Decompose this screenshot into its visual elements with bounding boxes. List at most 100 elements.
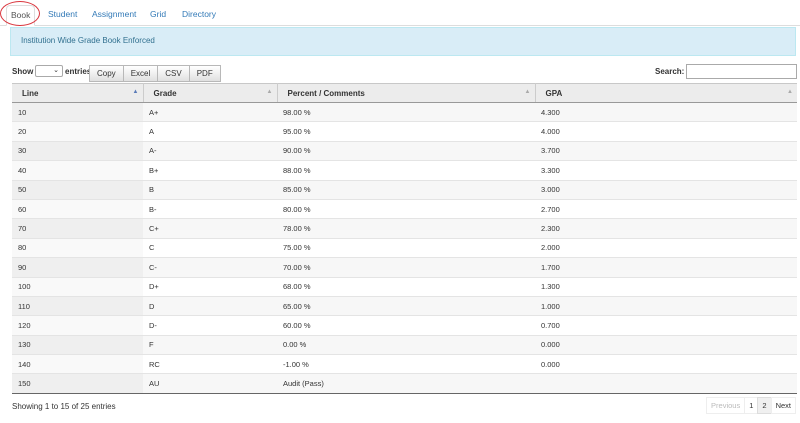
cell-gpa: 0.700 — [535, 315, 797, 336]
tab-directory[interactable]: Directory — [178, 5, 220, 25]
cell-gpa: 0.000 — [535, 354, 797, 374]
copy-button[interactable]: Copy — [89, 65, 124, 82]
table-row: 80 C 75.00 % 2.000 — [12, 237, 797, 258]
cell-line: 150 — [12, 373, 143, 394]
cell-grade: C+ — [143, 218, 277, 239]
cell-percent: 95.00 % — [277, 121, 535, 142]
cell-line: 20 — [12, 121, 143, 142]
tab-book[interactable]: Book — [6, 5, 36, 26]
cell-percent: 75.00 % — [277, 237, 535, 258]
cell-grade: B — [143, 179, 277, 200]
cell-percent: 88.00 % — [277, 160, 535, 181]
cell-grade: D- — [143, 315, 277, 336]
column-header-gpa[interactable]: GPA ▲ — [535, 83, 797, 103]
cell-line: 140 — [12, 354, 143, 374]
cell-gpa: 3.000 — [535, 179, 797, 200]
search-input[interactable] — [686, 64, 797, 79]
cell-gpa: 2.700 — [535, 198, 797, 219]
table-row: 40 B+ 88.00 % 3.300 — [12, 160, 797, 181]
cell-percent: 68.00 % — [277, 276, 535, 297]
cell-gpa: 1.700 — [535, 257, 797, 278]
cell-line: 90 — [12, 257, 143, 278]
cell-line: 60 — [12, 198, 143, 219]
cell-grade: RC — [143, 354, 277, 374]
sort-icon: ▲ — [524, 89, 531, 95]
table-info: Showing 1 to 15 of 25 entries — [12, 402, 116, 411]
cell-grade: AU — [143, 373, 277, 394]
cell-percent: 90.00 % — [277, 140, 535, 161]
pagination: Previous 1 2 Next — [706, 397, 796, 414]
cell-gpa: 2.300 — [535, 218, 797, 239]
cell-line: 50 — [12, 179, 143, 200]
cell-line: 70 — [12, 218, 143, 239]
cell-grade: D — [143, 295, 277, 316]
sort-icon: ▲ — [266, 89, 273, 95]
cell-grade: A- — [143, 140, 277, 161]
cell-line: 100 — [12, 276, 143, 297]
show-label: Show — [12, 67, 34, 76]
cell-line: 80 — [12, 237, 143, 258]
table-row: 50 B 85.00 % 3.000 — [12, 179, 797, 200]
previous-button[interactable]: Previous — [706, 397, 746, 414]
page-2-button[interactable]: 2 — [757, 397, 772, 414]
cell-line: 10 — [12, 101, 143, 122]
grade-table: Line ▲ Grade ▲ Percent / Comments ▲ GPA ▲ 10… — [12, 83, 797, 394]
cell-line: 40 — [12, 160, 143, 181]
cell-gpa: 3.700 — [535, 140, 797, 161]
cell-gpa: 4.000 — [535, 121, 797, 142]
table-row: 150 AU Audit (Pass) — [12, 373, 797, 394]
cell-percent: 98.00 % — [277, 101, 535, 122]
cell-line: 30 — [12, 140, 143, 161]
column-header-percent[interactable]: Percent / Comments ▲ — [277, 83, 536, 103]
pdf-button[interactable]: PDF — [188, 65, 221, 82]
table-row: 70 C+ 78.00 % 2.300 — [12, 218, 797, 239]
cell-grade: F — [143, 334, 277, 355]
cell-gpa: 2.000 — [535, 237, 797, 258]
next-button[interactable]: Next — [770, 397, 796, 414]
cell-percent: 60.00 % — [277, 315, 535, 336]
cell-percent: -1.00 % — [277, 354, 535, 374]
entries-label: entries — [65, 67, 92, 76]
table-row: 140 RC -1.00 % 0.000 — [12, 354, 797, 374]
tab-student[interactable]: Student — [44, 5, 81, 25]
cell-percent: Audit (Pass) — [277, 373, 535, 394]
sort-icon: ▲ — [787, 89, 793, 95]
column-header-grade[interactable]: Grade ▲ — [143, 83, 278, 103]
cell-gpa: 1.000 — [535, 295, 797, 316]
cell-line: 130 — [12, 334, 143, 355]
cell-grade: B- — [143, 198, 277, 219]
cell-gpa: 4.300 — [535, 101, 797, 122]
tab-assignment[interactable]: Assignment — [88, 5, 140, 25]
column-header-line[interactable]: Line ▲ — [12, 83, 144, 103]
table-row: 120 D- 60.00 % 0.700 — [12, 315, 797, 336]
cell-percent: 80.00 % — [277, 198, 535, 219]
cell-line: 120 — [12, 315, 143, 336]
cell-grade: C- — [143, 257, 277, 278]
cell-gpa: 3.300 — [535, 160, 797, 181]
table-row: 100 D+ 68.00 % 1.300 — [12, 276, 797, 297]
cell-line: 110 — [12, 295, 143, 316]
cell-gpa: 0.000 — [535, 334, 797, 355]
page-1-button[interactable]: 1 — [744, 397, 759, 414]
page-length-select[interactable]: ⌄ — [35, 65, 63, 77]
cell-percent: 70.00 % — [277, 257, 535, 278]
cell-percent: 85.00 % — [277, 179, 535, 200]
cell-percent: 65.00 % — [277, 295, 535, 316]
cell-percent: 0.00 % — [277, 334, 535, 355]
tab-grid[interactable]: Grid — [146, 5, 170, 25]
excel-button[interactable]: Excel — [122, 65, 159, 82]
info-alert: Institution Wide Grade Book Enforced — [10, 27, 796, 56]
csv-button[interactable]: CSV — [157, 65, 190, 82]
table-row: 110 D 65.00 % 1.000 — [12, 295, 797, 316]
table-row: 90 C- 70.00 % 1.700 — [12, 257, 797, 278]
cell-percent: 78.00 % — [277, 218, 535, 239]
cell-grade: D+ — [143, 276, 277, 297]
table-row: 20 A 95.00 % 4.000 — [12, 121, 797, 142]
cell-gpa — [535, 373, 797, 394]
table-row: 60 B- 80.00 % 2.700 — [12, 198, 797, 219]
cell-grade: B+ — [143, 160, 277, 181]
cell-grade: C — [143, 237, 277, 258]
table-row: 30 A- 90.00 % 3.700 — [12, 140, 797, 161]
table-header-row: Line ▲ Grade ▲ Percent / Comments ▲ GPA ▲ — [12, 83, 797, 103]
cell-grade: A+ — [143, 101, 277, 122]
